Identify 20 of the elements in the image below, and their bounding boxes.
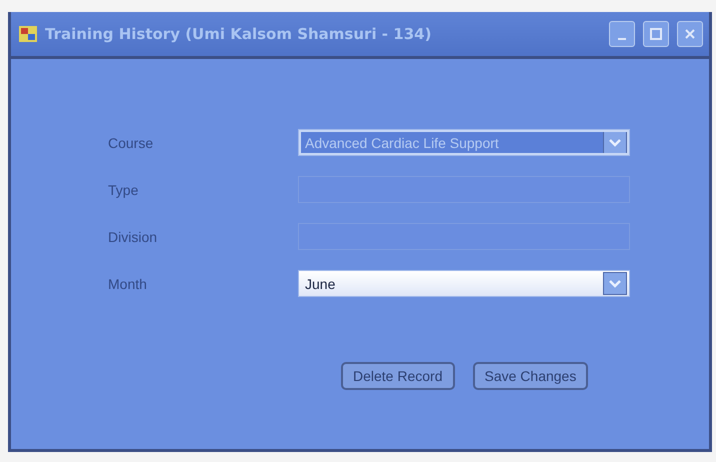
chevron-down-icon [609,138,621,146]
chevron-down-icon [609,280,621,288]
minimize-icon [618,38,626,40]
dropdown-button[interactable] [603,131,627,154]
delete-button[interactable]: Delete Record [341,362,454,390]
close-icon [685,29,695,39]
close-button[interactable] [677,21,703,47]
field-label: Month [108,276,148,292]
app-icon [19,26,37,42]
dropdown-field[interactable]: Advanced Cardiac Life Support [298,129,630,156]
field-label: Type [108,182,140,198]
minimize-button[interactable] [609,21,635,47]
save-button[interactable]: Save Changes [472,362,588,390]
dropdown-button[interactable] [603,272,627,295]
field-label: Division [108,228,158,244]
maximize-icon [650,28,662,40]
field-label: Course [108,134,154,150]
dropdown-field[interactable]: June [298,270,630,297]
window-title: Training History (Umi Kalsom Shamsuri - 134) [45,25,432,43]
maximize-button[interactable] [643,21,669,47]
